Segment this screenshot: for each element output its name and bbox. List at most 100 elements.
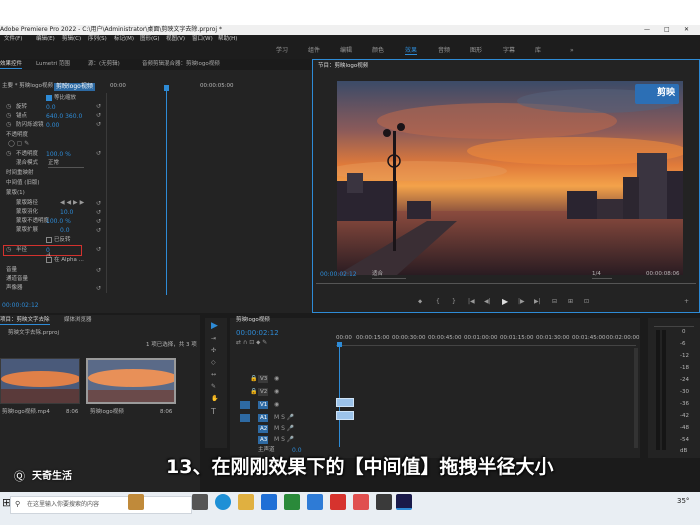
stopwatch-icon[interactable]: ◷ [6,104,11,110]
file-explorer-icon[interactable] [238,494,254,510]
tab-project[interactable]: 项目：剪映文字去除 [0,317,50,325]
menu-window[interactable]: 窗口(W) [192,36,213,43]
uniform-scale-checkbox[interactable] [46,95,52,101]
ec-footer-time[interactable]: 00:00:02:12 [2,303,39,309]
row-volume[interactable]: 音量 [6,267,17,274]
row-opacity-group[interactable]: 不透明度 [6,132,28,139]
reset-icon[interactable]: ↺ [96,228,101,234]
eye-icon[interactable]: ◉ [274,376,279,382]
menu-help[interactable]: 帮助(H) [218,36,237,43]
reset-icon[interactable]: ↺ [96,268,101,274]
type-tool-icon[interactable]: T [211,408,216,416]
razor-tool-icon[interactable]: ◇ [211,360,216,366]
reset-icon[interactable]: ↺ [96,151,101,157]
anchor-value[interactable]: 640.0 360.0 [46,114,82,120]
tab-program[interactable]: 节目：剪映logo视频 [318,63,368,70]
workspace-learn[interactable]: 学习 [276,48,288,54]
timeline-timecode[interactable]: 00:00:02:12 [236,330,279,337]
track-a1-source[interactable] [240,414,250,422]
app-icon[interactable] [376,494,392,510]
program-timecode[interactable]: 00:00:02:12 [320,272,357,278]
app-icon[interactable] [307,494,323,510]
stopwatch-icon[interactable]: ◷ [6,122,11,128]
mute-solo-icons[interactable]: M S 🎤 [274,437,294,443]
audio-clip[interactable] [336,411,354,420]
pen-tool-icon[interactable]: ✎ [211,384,216,390]
tab-source[interactable]: 源：(无剪辑) [88,61,120,68]
tab-effect-controls[interactable]: 效果控件 [0,61,23,69]
workspace-captions[interactable]: 字幕 [503,48,515,54]
mute-solo-icons[interactable]: M S 🎤 [274,415,294,421]
anti-flicker-value[interactable]: 0.00 [46,123,59,129]
play-icon[interactable]: ▶ [502,298,508,306]
premiere-pro-icon[interactable] [396,494,412,510]
taskbar-search-box[interactable]: ⚲ 在这里输入你要搜索的内容 [10,496,192,514]
opacity-value[interactable]: 100.0 % [46,152,71,158]
workspace-effects[interactable]: 效果 [405,48,418,55]
app-game-icon[interactable] [128,494,144,510]
mask-track-controls[interactable]: ◀ ◀ ▶ ▶ [60,200,84,206]
export-frame-icon[interactable]: ⊡ [584,299,589,305]
reset-icon[interactable]: ↺ [96,219,101,225]
step-back-icon[interactable]: ◀| [484,299,491,305]
reset-icon[interactable]: ↺ [96,104,101,110]
reset-icon[interactable]: ↺ [96,286,101,292]
project-thumb-mp4[interactable] [0,358,80,404]
tab-timeline[interactable]: 剪映logo视频 [236,317,270,324]
eye-icon[interactable]: ◉ [274,389,279,395]
blend-mode-select[interactable]: 正常 [48,160,84,168]
project-item-name-seq[interactable]: 剪映logo视频 [90,409,124,416]
stopwatch-icon[interactable]: ◷ [6,247,11,253]
button-editor-icon[interactable]: + [684,299,689,305]
workspace-more[interactable]: » [570,48,574,54]
lock-icon[interactable]: 🔒 [250,376,257,382]
app-icon[interactable] [353,494,369,510]
tab-media-browser[interactable]: 媒体浏览器 [64,317,92,324]
source-label[interactable]: 主要 * 剪映logo视频 [2,83,53,90]
menu-marker[interactable]: 标记(M) [114,36,134,43]
menu-sequence[interactable]: 序列(S) [88,36,107,43]
workspace-color[interactable]: 颜色 [372,48,384,54]
row-channel-volume[interactable]: 通道音量 [6,276,28,283]
menu-view[interactable]: 视图(V) [166,36,185,43]
menu-file[interactable]: 文件(F) [4,36,22,43]
lift-icon[interactable]: ⊟ [552,299,557,305]
selection-tool-icon[interactable]: ▶ [211,322,218,331]
mask-shape-icons[interactable]: ◯ ▢ ✎ [8,141,29,147]
minimize-button[interactable]: — [644,27,650,33]
reset-icon[interactable]: ↺ [96,247,101,253]
tab-lumetri-scopes[interactable]: Lumetri 范围 [36,61,70,68]
row-panner[interactable]: 声像器 [6,285,23,292]
store-icon[interactable] [261,494,277,510]
project-thumb-sequence[interactable] [86,358,176,404]
mark-out-icon[interactable]: } [452,299,456,305]
workspace-libraries[interactable]: 库 [535,48,541,54]
wps-icon[interactable] [330,494,346,510]
row-mask-group[interactable]: 蒙版(1) [6,190,25,197]
hand-tool-icon[interactable]: ✋ [211,396,218,402]
workspace-audio[interactable]: 音频 [438,48,450,54]
step-forward-icon[interactable]: |▶ [518,299,525,305]
track-select-tool-icon[interactable]: ⇥ [211,336,216,342]
tab-audio-clip-mixer[interactable]: 音频剪辑混合器：剪映logo视频 [142,61,220,68]
reset-icon[interactable]: ↺ [96,122,101,128]
rotation-value[interactable]: 0.0 [46,105,56,111]
menu-graphics[interactable]: 图形(G) [140,36,160,43]
program-scrub-bar[interactable] [316,283,696,284]
slip-tool-icon[interactable]: ↔ [211,372,216,378]
reset-icon[interactable]: ↺ [96,113,101,119]
video-clip[interactable] [336,398,354,407]
go-to-in-icon[interactable]: |◀ [468,299,475,305]
workspace-graphics[interactable]: 图形 [470,48,482,54]
row-median-legacy[interactable]: 中间值 (旧版) [6,180,40,187]
timeline-tool-icons[interactable]: ⇄ ∩ ⊡ ⬥ ✎ [236,340,267,346]
task-view-icon[interactable] [192,494,208,510]
workspace-editing[interactable]: 编辑 [340,48,352,54]
workspace-assembly[interactable]: 组件 [308,48,320,54]
row-time-remap[interactable]: 时间重映射 [6,170,34,177]
ripple-edit-tool-icon[interactable]: ✣ [211,348,216,354]
track-v1-source[interactable] [240,401,250,409]
inverted-checkbox[interactable] [46,237,52,243]
quality-select[interactable]: 1/4 [592,271,612,279]
video-frame[interactable]: 剪映 [337,81,683,275]
